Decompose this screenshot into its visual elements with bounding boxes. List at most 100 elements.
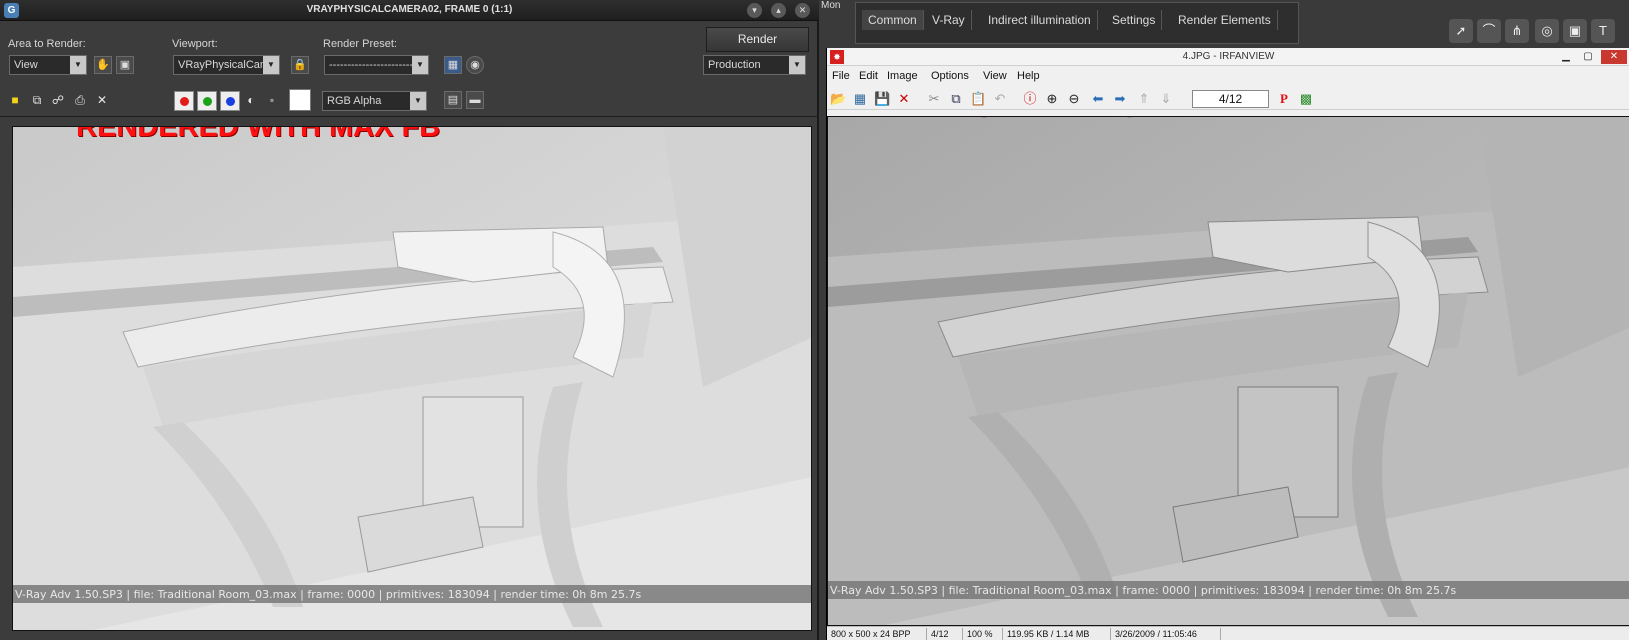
saved-scene-image — [828, 117, 1629, 625]
monochrome-icon[interactable]: ▪ — [264, 92, 280, 108]
clone-frame-icon[interactable]: ☍ — [50, 92, 66, 108]
paste-icon[interactable]: 📋 — [970, 91, 986, 107]
menu-options[interactable]: Options — [931, 70, 969, 82]
chevron-down-icon: ▼ — [70, 56, 86, 74]
menu-edit[interactable]: Edit — [859, 70, 878, 82]
chevron-down-icon: ▼ — [789, 56, 805, 74]
save-image-icon[interactable]: ■ — [7, 92, 23, 108]
partial-label: Mon — [821, 0, 841, 11]
next-image-icon[interactable]: ➡ — [1112, 91, 1128, 107]
status-timestamp: 3/26/2009 / 11:05:46 — [1111, 628, 1221, 640]
area-to-render-value: View — [14, 59, 38, 71]
hierarchy-icon[interactable]: ⋔ — [1505, 19, 1529, 43]
render-setup-icon[interactable]: ▦ — [444, 56, 462, 74]
zoom-in-icon[interactable]: ⊕ — [1044, 91, 1060, 107]
lock-icon[interactable]: 🔒 — [291, 56, 309, 74]
environment-icon[interactable]: ◉ — [466, 56, 484, 74]
undo-icon[interactable]: ↶ — [992, 91, 1008, 107]
irfanview-image: SAVED FROM MAX FB V-Ray Adv 1.50.SP3 | f… — [827, 116, 1629, 626]
tab-render-elements[interactable]: Render Elements — [1172, 10, 1278, 30]
toolbar-divider — [0, 116, 819, 117]
viewport-label: Viewport: — [172, 38, 218, 50]
render-button[interactable]: Render — [706, 27, 809, 52]
irfanview-title: 4.JPG - IRFANVIEW — [1182, 51, 1275, 62]
irfanview-statusbar: 800 x 500 x 24 BPP 4/12 100 % 119.95 KB … — [827, 626, 1629, 640]
render-preset-label: Render Preset: — [323, 38, 397, 50]
desktop: G VRAYPHYSICALCAMERA02, FRAME 0 (1:1) ▾ … — [0, 0, 1629, 640]
previous-image-icon[interactable]: ⬅ — [1090, 91, 1106, 107]
menu-view[interactable]: View — [983, 70, 1007, 82]
render-setup-panel: Mon Common V-Ray Indirect illumination S… — [821, 0, 1629, 48]
channel-dropdown[interactable]: RGB Alpha ▼ — [322, 91, 427, 111]
tab-indirect-illumination[interactable]: Indirect illumination — [982, 10, 1098, 30]
irfanview-menubar: File Edit Image Options View Help — [827, 67, 1629, 86]
menu-help[interactable]: Help — [1017, 70, 1040, 82]
region-hand-icon[interactable]: ✋ — [94, 56, 112, 74]
close-icon[interactable]: ✕ — [1601, 50, 1627, 64]
rendered-with-max-fb-caption: RENDERED WITH MAX FB — [76, 126, 441, 143]
select-tool-icon[interactable]: ➚ — [1449, 19, 1473, 43]
about-icon[interactable]: ▩ — [1298, 91, 1314, 107]
viewport-dropdown[interactable]: VRayPhysicalCam ▼ — [173, 55, 280, 75]
page-number-field[interactable]: 4/12 — [1192, 90, 1269, 108]
motion-icon[interactable]: ◎ — [1535, 19, 1559, 43]
max-frame-buffer-window: G VRAYPHYSICALCAMERA02, FRAME 0 (1:1) ▾ … — [0, 0, 819, 640]
area-to-render-label: Area to Render: — [8, 38, 86, 50]
display-toggle-icon[interactable]: ▤ — [444, 91, 462, 109]
utilities-icon[interactable]: T — [1591, 19, 1615, 43]
color-swatch[interactable] — [289, 89, 311, 111]
green-channel-toggle[interactable] — [197, 91, 217, 111]
open-folder-icon[interactable]: 📂 — [830, 91, 846, 107]
info-icon[interactable]: ⓘ — [1022, 91, 1038, 107]
delete-icon[interactable]: ✕ — [896, 91, 912, 107]
slideshow-icon[interactable]: ▦ — [852, 91, 868, 107]
menu-image[interactable]: Image — [887, 70, 918, 82]
maximize-icon[interactable]: ▴ — [771, 3, 786, 18]
save-icon[interactable]: 💾 — [874, 91, 890, 107]
maximize-icon[interactable]: ▢ — [1579, 50, 1597, 64]
cut-icon[interactable]: ✂ — [926, 91, 942, 107]
close-icon[interactable]: ✕ — [795, 3, 810, 18]
max-render-image: RENDERED WITH MAX FB V-Ray Adv 1.50.SP3 … — [12, 126, 812, 631]
paint-icon[interactable]: P — [1276, 91, 1292, 107]
minimize-icon[interactable]: ▁ — [1557, 50, 1575, 64]
clear-icon[interactable]: ✕ — [94, 92, 110, 108]
irfanview-titlebar[interactable]: ✸ 4.JPG - IRFANVIEW ▁ ▢ ✕ — [827, 48, 1629, 66]
menu-file[interactable]: File — [832, 70, 850, 82]
copy-image-icon[interactable]: ⧉ — [29, 92, 45, 108]
irfanview-toolbar: 📂 ▦ 💾 ✕ ✂ ⧉ 📋 ↶ ⓘ ⊕ ⊖ ⬅ ➡ ⇑ ⇓ 4/12 P ▩ — [827, 86, 1629, 110]
production-value: Production — [708, 59, 761, 71]
copy-icon[interactable]: ⧉ — [948, 91, 964, 107]
alpha-channel-icon[interactable]: ◐ — [243, 92, 259, 108]
display-icon[interactable]: ▣ — [1563, 19, 1587, 43]
tab-vray[interactable]: V-Ray — [926, 10, 972, 30]
render-preset-dropdown[interactable]: ------------------------------ ▼ — [324, 55, 429, 75]
irfanview-window: ✸ 4.JPG - IRFANVIEW ▁ ▢ ✕ File Edit Imag… — [826, 48, 1629, 640]
production-dropdown[interactable]: Production ▼ — [703, 55, 806, 75]
red-channel-toggle[interactable] — [174, 91, 194, 111]
curve-tool-icon[interactable]: ⌒ — [1477, 19, 1501, 43]
area-to-render-dropdown[interactable]: View ▼ — [9, 55, 87, 75]
chevron-down-icon: ▼ — [412, 56, 428, 74]
max-fb-title: VRAYPHYSICALCAMERA02, FRAME 0 (1:1) — [306, 4, 513, 15]
render-setup-tabs: Common V-Ray Indirect illumination Setti… — [855, 2, 1299, 44]
saved-from-max-fb-caption: SAVED FROM MAX FB — [973, 117, 1283, 124]
status-filesize: 119.95 KB / 1.14 MB — [1003, 628, 1111, 640]
max-fb-titlebar[interactable]: G VRAYPHYSICALCAMERA02, FRAME 0 (1:1) ▾ … — [0, 0, 819, 21]
channel-value: RGB Alpha — [327, 95, 382, 107]
chevron-down-icon: ▼ — [410, 92, 426, 110]
tab-common[interactable]: Common — [862, 10, 924, 30]
blue-channel-toggle[interactable] — [220, 91, 240, 111]
status-zoom: 100 % — [963, 628, 1003, 640]
frame-toggle-icon[interactable]: ▬ — [466, 91, 484, 109]
vray-render-stamp: V-Ray Adv 1.50.SP3 | file: Traditional R… — [15, 588, 642, 601]
zoom-out-icon[interactable]: ⊖ — [1066, 91, 1082, 107]
render-scene-image — [13, 127, 811, 630]
minimize-icon[interactable]: ▾ — [747, 3, 762, 18]
status-dimensions: 800 x 500 x 24 BPP — [827, 628, 927, 640]
last-image-icon[interactable]: ⇓ — [1158, 91, 1174, 107]
tab-settings[interactable]: Settings — [1106, 10, 1163, 30]
edit-region-icon[interactable]: ▣ — [116, 56, 134, 74]
print-icon[interactable]: ⎙ — [72, 92, 88, 108]
first-image-icon[interactable]: ⇑ — [1136, 91, 1152, 107]
